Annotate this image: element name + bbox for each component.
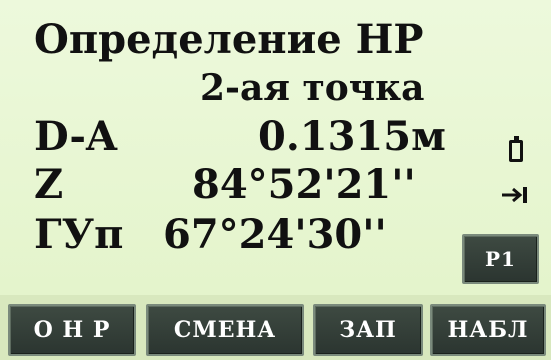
- horizontal-angle-value: 67°24'30'': [163, 211, 387, 258]
- zenith-value: 84°52'21'': [192, 161, 416, 208]
- distance-label: D-A: [34, 113, 118, 160]
- instrument-screen: Определение НР 2-ая точка D-A 0.1315м Z …: [0, 0, 551, 360]
- screen-subtitle: 2-ая точка: [200, 67, 425, 109]
- observe-softkey-button[interactable]: НАБЛ: [430, 304, 546, 356]
- change-softkey-button[interactable]: СМЕНА: [146, 304, 304, 356]
- record-softkey-button[interactable]: ЗАП: [313, 304, 423, 356]
- zenith-label: Z: [34, 161, 64, 208]
- horizontal-angle-label: ГУп: [34, 211, 124, 258]
- battery-icon: [509, 136, 523, 162]
- screen-title: Определение НР: [34, 16, 424, 63]
- page-p1-button[interactable]: P1: [462, 234, 539, 284]
- target-arrow-icon: [502, 187, 527, 203]
- distance-value: 0.1315м: [258, 113, 446, 160]
- onr-softkey-button[interactable]: О Н Р: [8, 304, 136, 356]
